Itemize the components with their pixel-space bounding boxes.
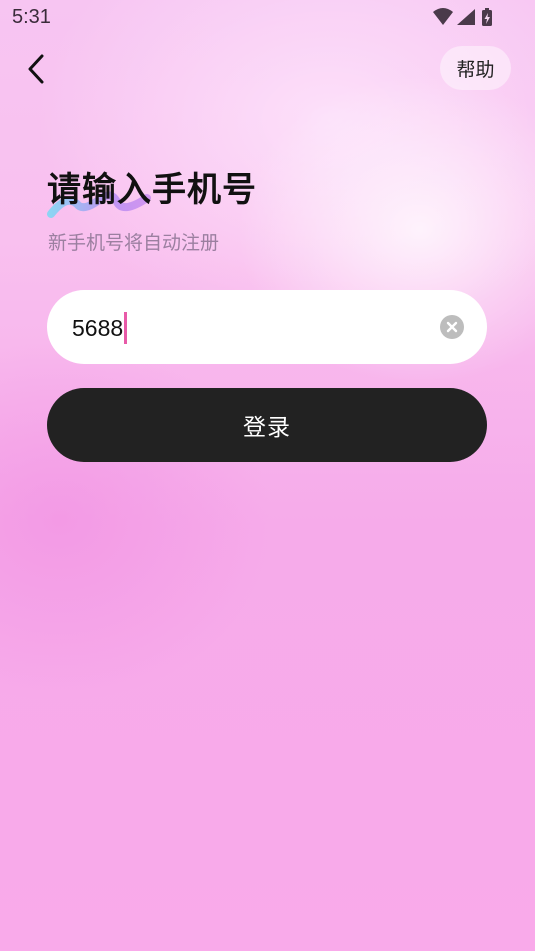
signal-icon xyxy=(457,9,475,25)
back-button[interactable] xyxy=(18,50,58,90)
phone-input-value: 5688 xyxy=(72,314,124,341)
login-button[interactable]: 登录 xyxy=(47,388,487,462)
page-subtitle: 新手机号将自动注册 xyxy=(48,232,220,254)
clear-input-button[interactable] xyxy=(440,315,464,339)
status-time: 5:31 xyxy=(12,6,51,28)
title-block: 请输入手机号 xyxy=(47,160,307,224)
text-caret xyxy=(124,312,128,344)
status-bar: 5:31 xyxy=(0,0,535,36)
wifi-icon xyxy=(433,8,453,25)
phone-input-field[interactable]: 5688 xyxy=(47,290,487,364)
phone-input[interactable]: 5688 xyxy=(72,312,128,344)
battery-charging-icon xyxy=(482,8,492,26)
page-title: 请输入手机号 xyxy=(47,170,257,210)
status-icons xyxy=(433,8,492,26)
clear-icon xyxy=(440,315,464,339)
back-chevron-icon xyxy=(28,54,44,84)
help-button[interactable]: 帮助 xyxy=(440,46,511,90)
